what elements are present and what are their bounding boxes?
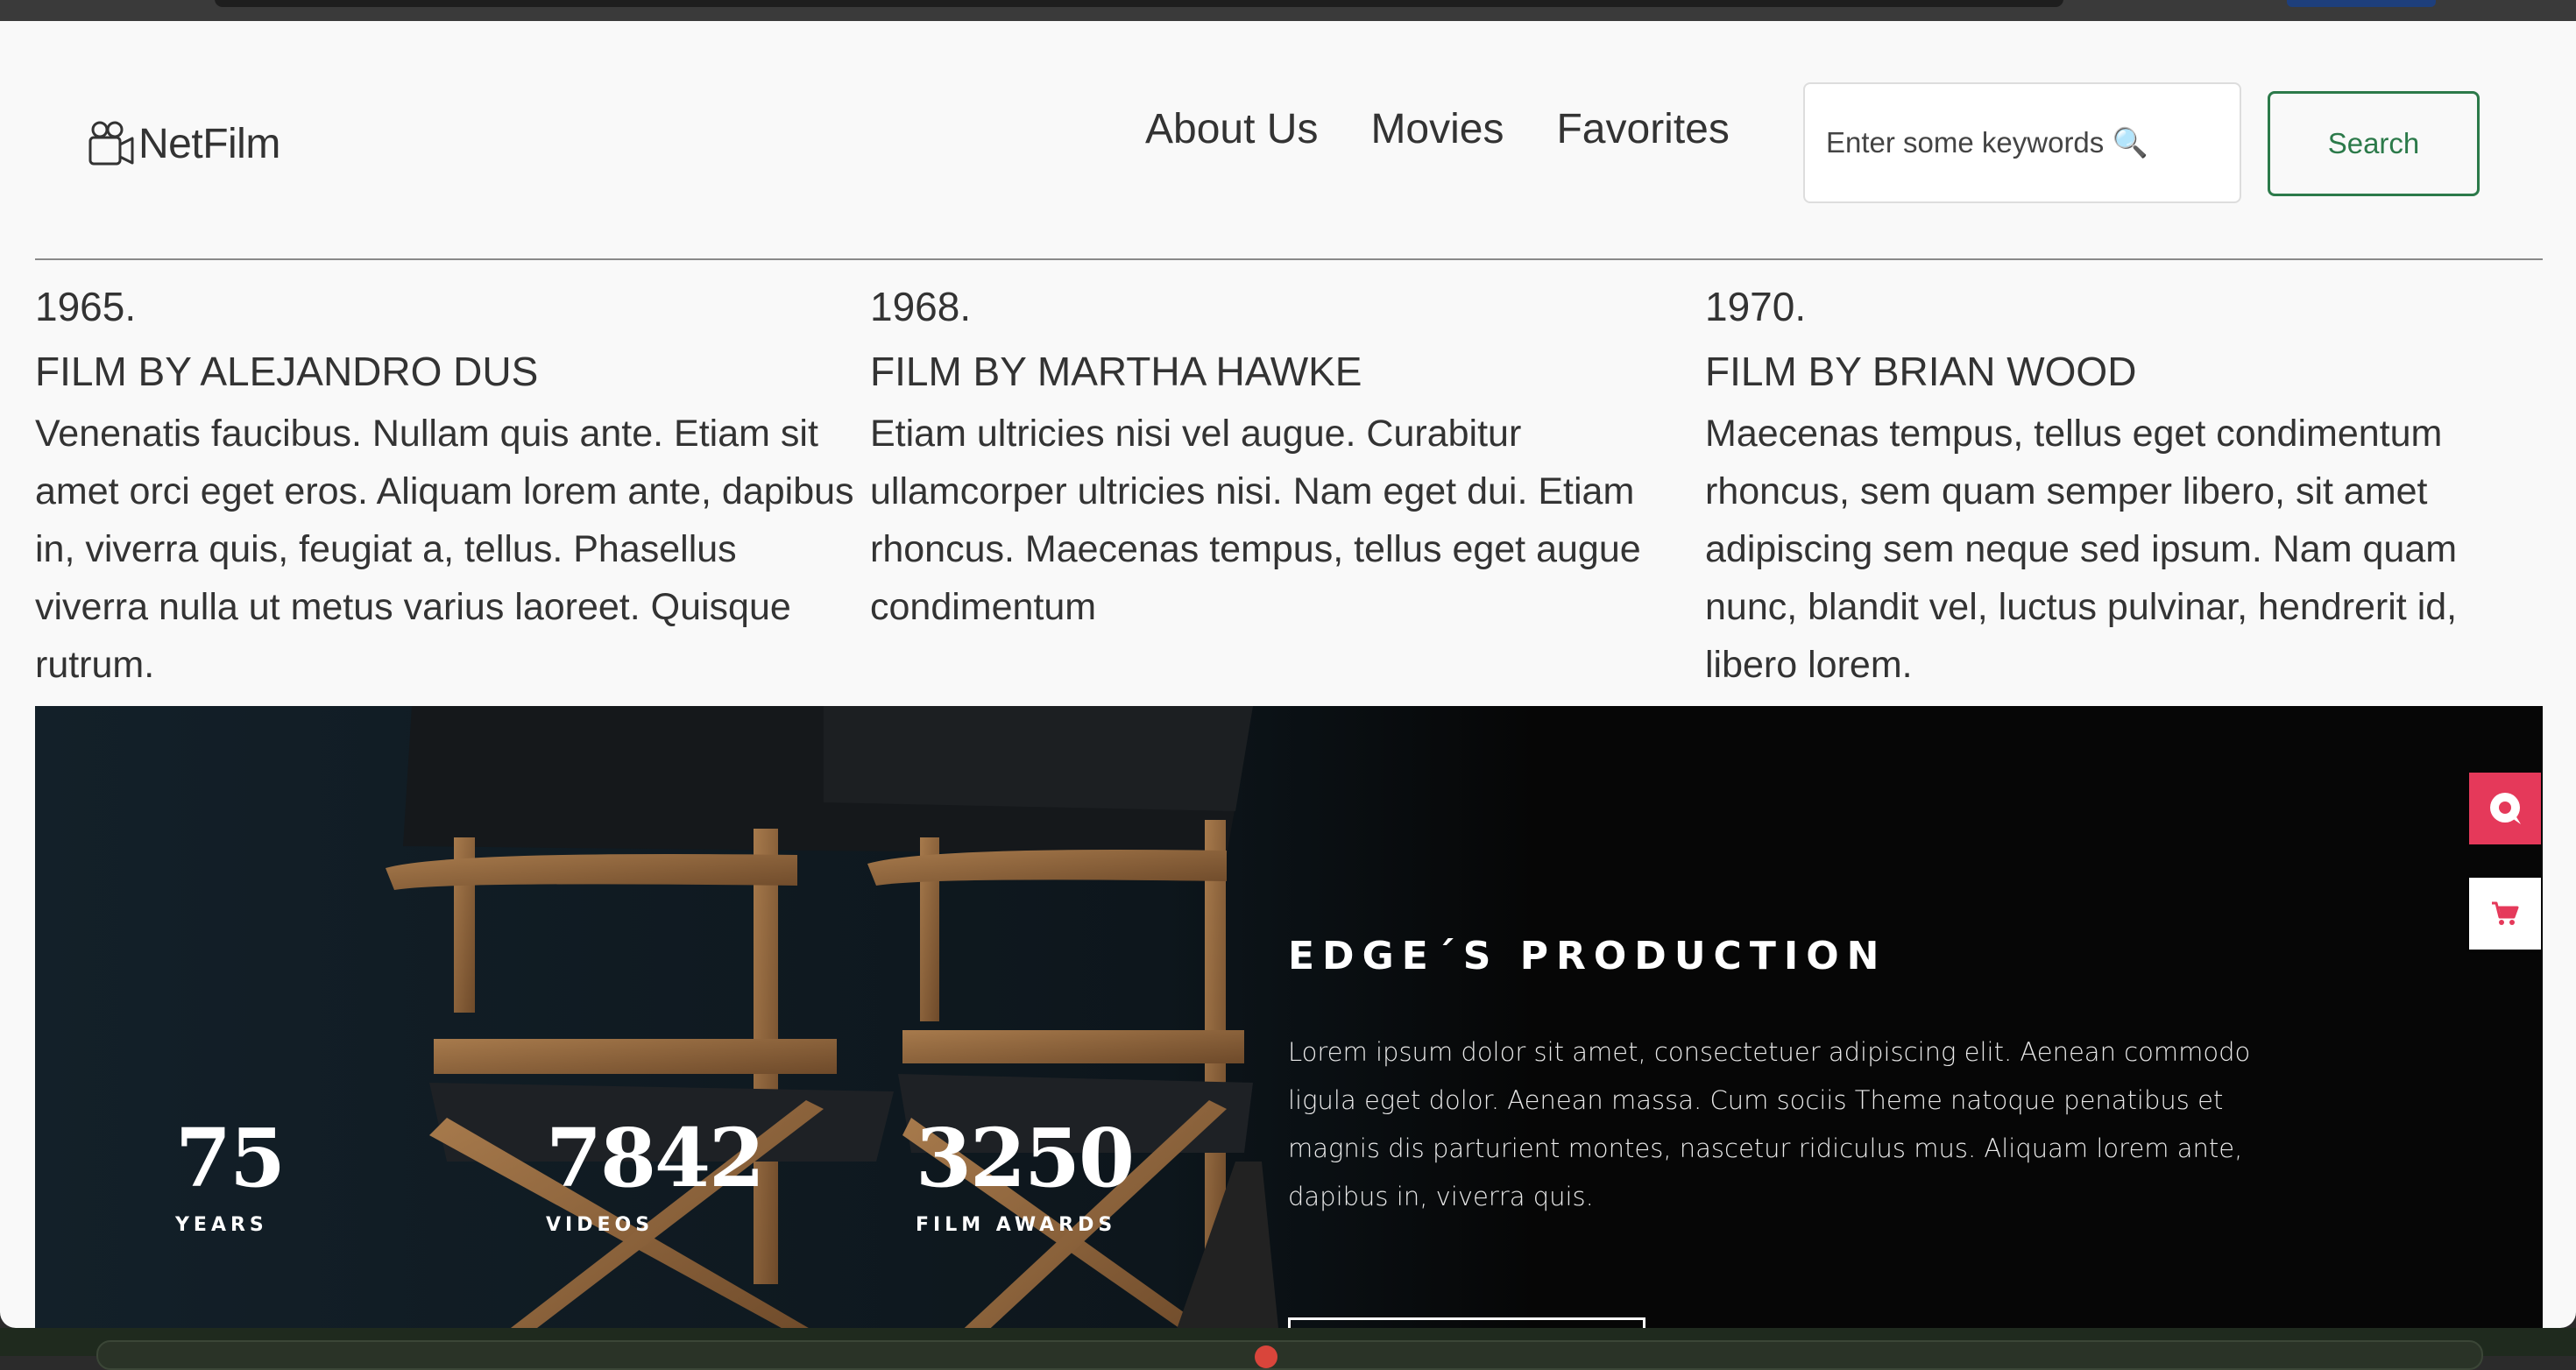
dock: [96, 1340, 2483, 1370]
production-hero: 75 YEARS 7842 VIDEOS 3250 FILM AWARDS ED…: [35, 706, 2543, 1328]
logo-text: NetFilm: [138, 120, 280, 167]
stat-number: 7842: [546, 1111, 765, 1205]
film-column: 1965. FILM BY ALEJANDRO DUS Venenatis fa…: [35, 273, 859, 694]
production-text: Lorem ipsum dolor sit amet, consectetuer…: [1288, 1037, 2251, 1211]
film-director: FILM BY BRIAN WOOD: [1705, 349, 2137, 394]
stat-label: FILM AWARDS: [916, 1214, 1117, 1236]
film-column: 1970. FILM BY BRIAN WOOD Maecenas tempus…: [1705, 273, 2520, 694]
shopping-cart-icon: [2492, 901, 2519, 925]
stat-film-awards: 3250 FILM AWARDS: [916, 1111, 1135, 1236]
nav-about-us[interactable]: About Us: [1145, 105, 1318, 153]
site-logo[interactable]: NetFilm: [88, 117, 280, 170]
stat-videos: 7842 VIDEOS: [546, 1111, 765, 1236]
browser-toolbar-button[interactable]: [2287, 0, 2436, 7]
movie-camera-icon: [88, 121, 134, 166]
production-title: EDGE´S PRODUCTION: [1288, 934, 1887, 978]
search-input[interactable]: [1803, 82, 2241, 203]
header-divider: [35, 258, 2543, 260]
film-year: 1965.: [35, 284, 137, 329]
page-viewport: NetFilm About Us Movies Favorites Search…: [0, 21, 2576, 1328]
production-more-button[interactable]: [1288, 1317, 1645, 1328]
browser-top-bar: [0, 0, 2576, 21]
film-year: 1968.: [870, 284, 972, 329]
film-director: FILM BY ALEJANDRO DUS: [35, 349, 539, 394]
address-bar[interactable]: [215, 0, 2063, 7]
cart-button[interactable]: [2469, 878, 2541, 950]
nav-favorites[interactable]: Favorites: [1556, 105, 1729, 153]
os-dock-area: [0, 1328, 2576, 1370]
stat-number: 3250: [916, 1111, 1135, 1205]
film-director: FILM BY MARTHA HAWKE: [870, 349, 1362, 394]
film-description: Maecenas tempus, tellus eget condimentum…: [1705, 413, 2458, 686]
film-column: 1968. FILM BY MARTHA HAWKE Etiam ultrici…: [870, 273, 1694, 636]
chat-button[interactable]: [2469, 773, 2541, 844]
main-nav: About Us Movies Favorites: [1145, 105, 1730, 153]
stat-label: YEARS: [175, 1214, 268, 1236]
stat-label: VIDEOS: [546, 1214, 655, 1236]
nav-movies[interactable]: Movies: [1370, 105, 1504, 153]
film-description: Etiam ultricies nisi vel augue. Curabitu…: [870, 413, 1641, 628]
search-button[interactable]: Search: [2268, 91, 2480, 196]
film-year: 1970.: [1705, 284, 1807, 329]
stat-years: 75 YEARS: [175, 1111, 286, 1236]
film-description: Venenatis faucibus. Nullam quis ante. Et…: [35, 413, 854, 686]
stat-number: 75: [175, 1111, 286, 1205]
dock-app-icon[interactable]: [1255, 1345, 1277, 1368]
chat-bubble-icon: [2490, 793, 2521, 824]
